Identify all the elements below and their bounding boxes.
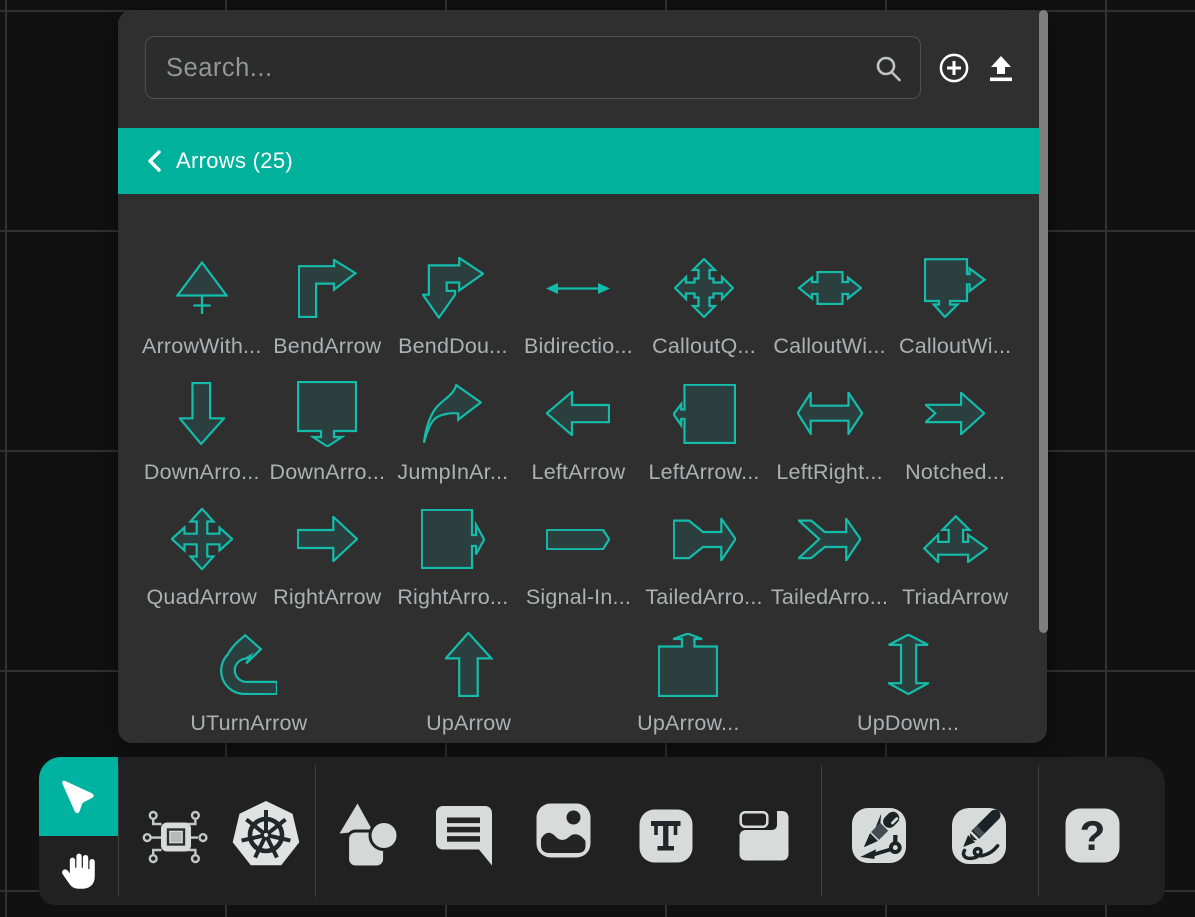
svg-text:?: ? xyxy=(1080,812,1106,859)
